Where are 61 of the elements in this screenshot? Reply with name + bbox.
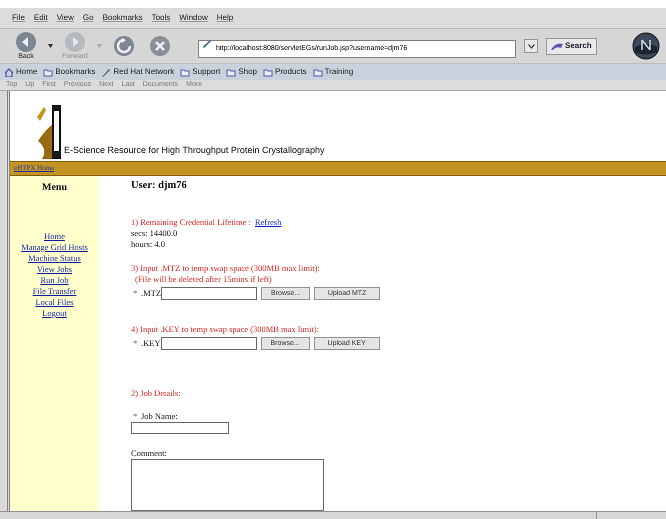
comment-field[interactable] <box>131 459 324 511</box>
required-mark: * <box>132 338 138 349</box>
section-note: (File will be deleted after 15mins if left) <box>134 274 273 285</box>
menu-item[interactable]: Edit <box>34 12 48 24</box>
file-label: .MTZ <box>141 288 162 299</box>
field-label: Comment: <box>131 448 168 460</box>
credential-text: secs: 14400.0 <box>131 228 178 239</box>
credential-text: hours: 4.0 <box>131 239 166 250</box>
menu-item[interactable]: Tools <box>152 12 170 24</box>
folder-icon <box>263 68 273 76</box>
bookmark-link[interactable]: Products <box>263 66 307 78</box>
folder-icon <box>312 68 323 76</box>
bookmark-link[interactable]: Shop <box>226 66 257 78</box>
menu-link[interactable]: Home <box>44 231 65 242</box>
required-mark: * <box>132 411 138 422</box>
bookmark-link[interactable]: Red Hat Network <box>101 66 174 78</box>
bookmark-link[interactable]: Bookmarks <box>43 66 96 78</box>
menu-item[interactable]: Go <box>82 12 94 24</box>
menu-link[interactable]: Local Files <box>35 297 74 308</box>
menu-link[interactable]: Run Job <box>40 275 69 286</box>
section-heading: 1) Remaining Credential Lifetime : <box>131 217 251 228</box>
menu-item[interactable]: View <box>56 12 74 24</box>
chevron-down-icon <box>528 44 534 48</box>
menu-link[interactable]: Machine Status <box>28 253 81 264</box>
section-heading: 3) Input .MTZ to temp swap space (300MB max limit): <box>131 263 321 274</box>
menu-link[interactable]: File Transfer <box>32 286 76 297</box>
menu-link[interactable]: Logout <box>42 308 67 319</box>
file-field[interactable] <box>160 337 257 350</box>
required-mark: * <box>132 288 138 299</box>
swoosh-icon <box>551 42 563 50</box>
sidebar-title: Menu <box>42 181 67 195</box>
pen-icon <box>101 68 112 76</box>
bookmark-link[interactable]: Training <box>312 66 354 78</box>
menu-item[interactable]: Help <box>216 12 234 24</box>
refresh-link[interactable]: Refresh <box>254 217 282 228</box>
folder-icon <box>180 68 190 76</box>
section-heading: 2) Job Details: <box>131 388 182 399</box>
search-button[interactable]: Search <box>546 38 597 54</box>
menu-item[interactable]: File <box>12 12 25 24</box>
site-tagline: E-Science Resource for High Throughput Protein Crystallography <box>64 144 324 157</box>
field-label: Job Name: <box>141 411 178 422</box>
user-heading: User: djm76 <box>131 180 188 191</box>
dropdown-button[interactable] <box>524 39 538 53</box>
house-icon <box>4 68 14 76</box>
cross-icon <box>149 35 171 57</box>
bookmark-link[interactable]: Home <box>4 66 38 78</box>
folder-icon <box>43 68 54 76</box>
section-heading: 4) Input .KEY to temp swap space (300MB max limit): <box>131 324 320 335</box>
menu-link[interactable]: View Jobs <box>36 264 72 275</box>
menu-link[interactable]: Manage Grid Hosts <box>21 242 88 253</box>
file-field[interactable] <box>161 287 258 300</box>
bookmark-link[interactable]: Support <box>180 66 220 78</box>
folder-icon <box>226 68 236 76</box>
file-label: .KEY <box>141 338 161 349</box>
pen-icon <box>202 38 212 48</box>
job-name-field[interactable] <box>131 422 229 434</box>
globe-logo-icon <box>632 32 660 60</box>
dropdown-arrow-icon <box>48 44 53 48</box>
dropdown-arrow-icon <box>97 44 102 48</box>
menu-item[interactable]: Window <box>179 12 208 24</box>
menu-item[interactable]: Bookmarks <box>102 12 143 24</box>
